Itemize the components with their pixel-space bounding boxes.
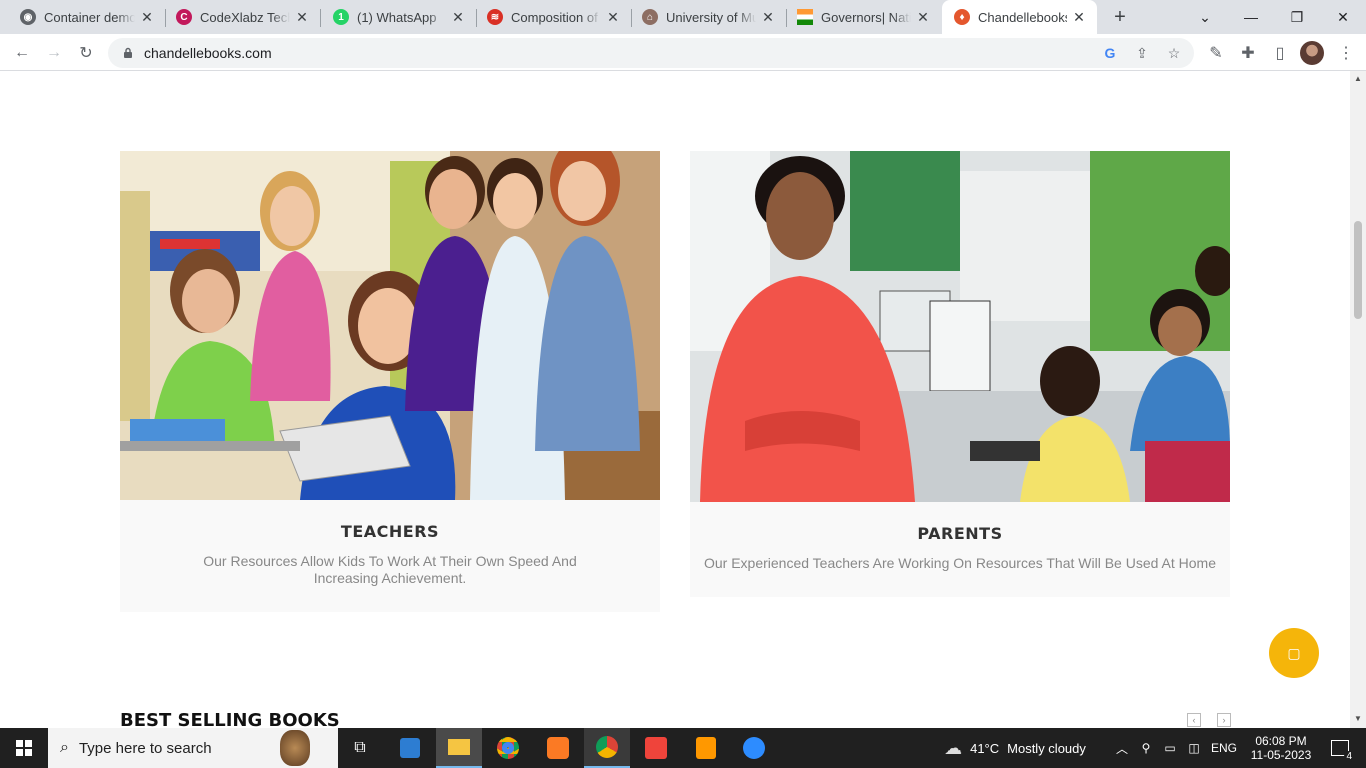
weather-desc: Mostly cloudy: [1007, 740, 1086, 756]
close-icon[interactable]: ✕: [915, 9, 931, 25]
zoom-icon[interactable]: [732, 728, 776, 768]
tab-university[interactable]: ⌂ University of Mumbai ✕: [632, 0, 786, 34]
menu-icon[interactable]: ⋮: [1333, 40, 1359, 66]
close-icon[interactable]: ✕: [760, 9, 776, 25]
chat-icon: ▢: [1287, 644, 1301, 661]
parents-description: Our Experienced Teachers Are Working On …: [703, 555, 1216, 571]
scroll-thumb[interactable]: [1354, 221, 1362, 319]
file-explorer-icon[interactable]: [436, 728, 482, 768]
section-title: BEST SELLING BOOKS: [120, 710, 340, 728]
tab-title: Chandellebooks: [978, 9, 1067, 25]
parents-heading: PARENTS: [917, 524, 1003, 543]
side-panel-icon[interactable]: ▯: [1267, 40, 1293, 66]
sublime-text-icon[interactable]: [684, 728, 728, 768]
close-icon[interactable]: ✕: [1071, 9, 1087, 25]
tab-title: (1) WhatsApp: [357, 9, 437, 25]
university-icon: ⌂: [642, 9, 658, 25]
close-icon[interactable]: ✕: [139, 9, 155, 25]
tab-whatsapp[interactable]: 1 (1) WhatsApp ✕: [321, 0, 476, 34]
scroll-down-icon[interactable]: ▼: [1354, 715, 1362, 723]
globe-icon: ◉: [20, 9, 36, 25]
share-icon[interactable]: ⇪: [1132, 43, 1152, 63]
chevron-up-icon[interactable]: ︿: [1112, 728, 1132, 768]
notification-count: 4: [1344, 751, 1354, 762]
cloudy-weather-icon: ☁: [944, 737, 963, 758]
tab-chandellebooks[interactable]: ♦ Chandellebooks ✕: [942, 0, 1097, 34]
notifications-icon[interactable]: 4: [1320, 728, 1360, 768]
minimize-button[interactable]: —: [1228, 0, 1274, 34]
parents-image: [690, 151, 1230, 502]
battery-icon[interactable]: ▭: [1160, 728, 1180, 768]
windows-taskbar: ⌕ Type here to search ⧉ ☁ 41°C Mostly cl…: [0, 728, 1366, 768]
tab-title: Governors| National Portal: [821, 9, 911, 25]
teachers-heading: TEACHERS: [340, 522, 440, 541]
page-content: TEACHERS Our Resources Allow Kids To Wor…: [0, 71, 1350, 728]
tab-strip: ◉ Container demo ✕ C CodeXlabz Technolog…: [0, 0, 1366, 34]
scroll-up-icon[interactable]: ▲: [1354, 75, 1362, 83]
whatsapp-icon: 1: [333, 9, 349, 25]
rss-icon: ≋: [487, 9, 503, 25]
url-text: chandellebooks.com: [144, 45, 272, 61]
tab-search-icon[interactable]: ⌄: [1182, 0, 1228, 34]
language-text: ENG: [1210, 741, 1237, 755]
bookmark-star-icon[interactable]: ☆: [1164, 43, 1184, 63]
tab-container-demo[interactable]: ◉ Container demo ✕: [0, 0, 165, 34]
chrome-icon[interactable]: [486, 728, 530, 768]
chat-button[interactable]: ▢: [1269, 628, 1319, 678]
task-view-icon[interactable]: ⧉: [340, 728, 380, 768]
teachers-description: Our Resources Allow Kids To Work At Thei…: [203, 553, 577, 586]
taskbar-search[interactable]: ⌕ Type here to search: [48, 728, 338, 768]
eyedropper-icon[interactable]: ✎: [1203, 40, 1229, 66]
tab-title: CodeXlabz Technologies: [200, 9, 290, 25]
reload-icon[interactable]: ↻: [73, 40, 99, 66]
teachers-image: [120, 151, 660, 500]
codexlabz-icon: C: [176, 9, 192, 25]
parents-card[interactable]: PARENTS Our Experienced Teachers Are Wor…: [690, 151, 1230, 597]
clock-date: 11-05-2023: [1250, 748, 1312, 762]
profile-avatar[interactable]: [1300, 41, 1324, 65]
anydesk-icon[interactable]: [634, 728, 678, 768]
india-flag-icon: [797, 9, 813, 25]
carousel-prev-icon[interactable]: ‹: [1187, 713, 1201, 727]
app-icon[interactable]: [390, 728, 430, 768]
teachers-card[interactable]: TEACHERS Our Resources Allow Kids To Wor…: [120, 151, 660, 612]
xampp-icon[interactable]: [536, 728, 580, 768]
language-indicator[interactable]: ENG: [1210, 728, 1238, 768]
weather-widget[interactable]: ☁ 41°C Mostly cloudy: [930, 728, 1100, 768]
chrome-profile-icon[interactable]: [584, 728, 630, 768]
google-icon[interactable]: G: [1100, 43, 1120, 63]
tab-governors[interactable]: Governors| National Portal ✕: [787, 0, 941, 34]
close-window-button[interactable]: ✕: [1320, 0, 1366, 34]
new-tab-button[interactable]: +: [1108, 5, 1132, 29]
search-placeholder: Type here to search: [78, 739, 212, 757]
close-icon[interactable]: ✕: [605, 9, 621, 25]
page-scrollbar[interactable]: ▲ ▼: [1350, 71, 1366, 728]
clock[interactable]: 06:08 PM 11-05-2023: [1246, 728, 1316, 768]
close-icon[interactable]: ✕: [294, 9, 310, 25]
tab-title: University of Mumbai: [666, 9, 756, 25]
search-icon: ⌕: [60, 739, 69, 756]
carousel-next-icon[interactable]: ›: [1217, 713, 1231, 727]
search-highlight-icon: [280, 730, 310, 766]
close-icon[interactable]: ✕: [450, 9, 466, 25]
back-icon[interactable]: ←: [9, 40, 35, 66]
browser-toolbar: ← → ↻ chandellebooks.com G ⇪ ☆ ✎ ✚ ▯ ⋮: [0, 34, 1366, 71]
address-bar[interactable]: chandellebooks.com G ⇪ ☆: [108, 38, 1194, 68]
forward-icon[interactable]: →: [41, 40, 67, 66]
weather-temp: 41°C: [970, 740, 1000, 756]
lock-icon: [124, 47, 132, 58]
tab-title: Composition of Union: [511, 9, 601, 25]
tab-title: Container demo: [44, 9, 135, 25]
tab-composition[interactable]: ≋ Composition of Union ✕: [477, 0, 631, 34]
tab-codexlabz[interactable]: C CodeXlabz Technologies ✕: [166, 0, 320, 34]
restore-button[interactable]: ❐: [1274, 0, 1320, 34]
meet-icon[interactable]: ◫: [1184, 728, 1204, 768]
windows-start-icon[interactable]: [0, 728, 48, 768]
network-icon[interactable]: ⚲: [1136, 728, 1156, 768]
extensions-icon[interactable]: ✚: [1235, 40, 1261, 66]
chandellebooks-icon: ♦: [954, 9, 970, 25]
clock-time: 06:08 PM: [1255, 734, 1307, 748]
